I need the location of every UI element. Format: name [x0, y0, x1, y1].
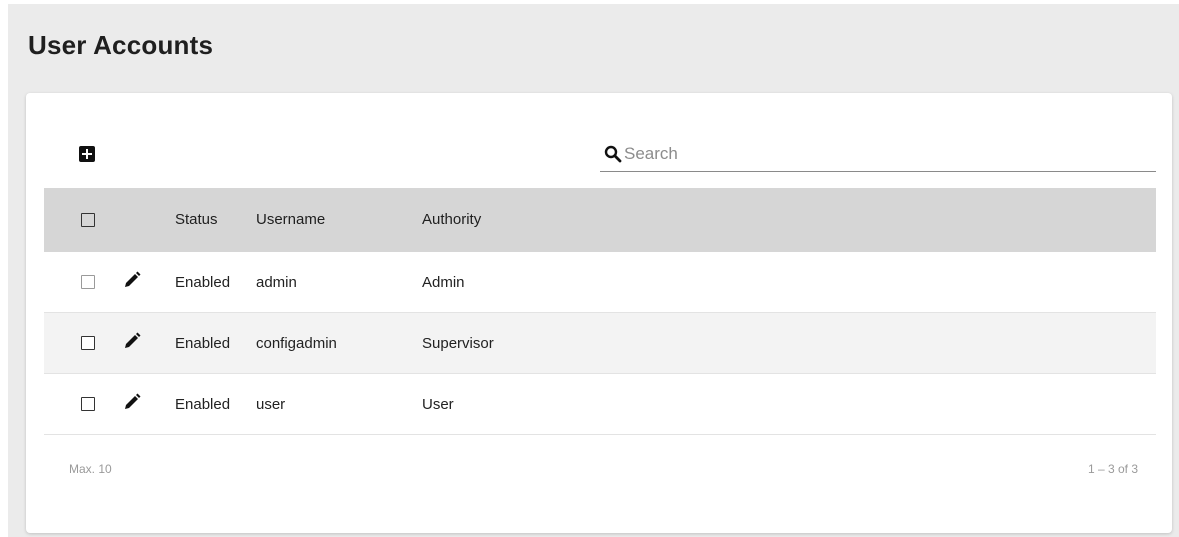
max-accounts-label: Max. 10 — [69, 462, 112, 476]
page-title: User Accounts — [28, 30, 214, 60]
row-checkbox[interactable] — [81, 275, 95, 289]
user-accounts-table: Status Username Authority Enabled admin … — [44, 188, 1156, 435]
edit-pencil-icon[interactable] — [122, 331, 142, 351]
table-row: Enabled configadmin Supervisor — [44, 313, 1156, 374]
page: User Accounts Status Username Authority — [8, 4, 1179, 537]
cell-status: Enabled — [175, 396, 231, 413]
cell-status: Enabled — [175, 274, 231, 291]
row-checkbox[interactable] — [81, 336, 95, 350]
edit-pencil-icon[interactable] — [122, 270, 142, 290]
edit-pencil-icon[interactable] — [122, 392, 142, 412]
cell-username: user — [256, 396, 286, 413]
row-checkbox[interactable] — [81, 397, 95, 411]
search-input[interactable] — [624, 143, 1144, 165]
table-row: Enabled user User — [44, 374, 1156, 435]
table-header-row: Status Username Authority — [44, 188, 1156, 252]
column-header-status[interactable]: Status — [175, 211, 218, 228]
select-all-checkbox[interactable] — [81, 213, 95, 227]
column-header-username[interactable]: Username — [256, 211, 325, 228]
cell-authority: User — [422, 396, 454, 413]
cell-username: configadmin — [256, 335, 337, 352]
table-row: Enabled admin Admin — [44, 252, 1156, 313]
cell-authority: Supervisor — [422, 335, 494, 352]
search-field[interactable] — [600, 137, 1156, 172]
add-user-button[interactable] — [79, 146, 95, 162]
cell-authority: Admin — [422, 274, 465, 291]
cell-username: admin — [256, 274, 297, 291]
cell-status: Enabled — [175, 335, 231, 352]
pagination-range: 1 – 3 of 3 — [1087, 462, 1138, 476]
column-header-authority[interactable]: Authority — [422, 211, 481, 228]
search-icon — [604, 145, 622, 163]
user-accounts-card: Status Username Authority Enabled admin … — [26, 93, 1172, 533]
